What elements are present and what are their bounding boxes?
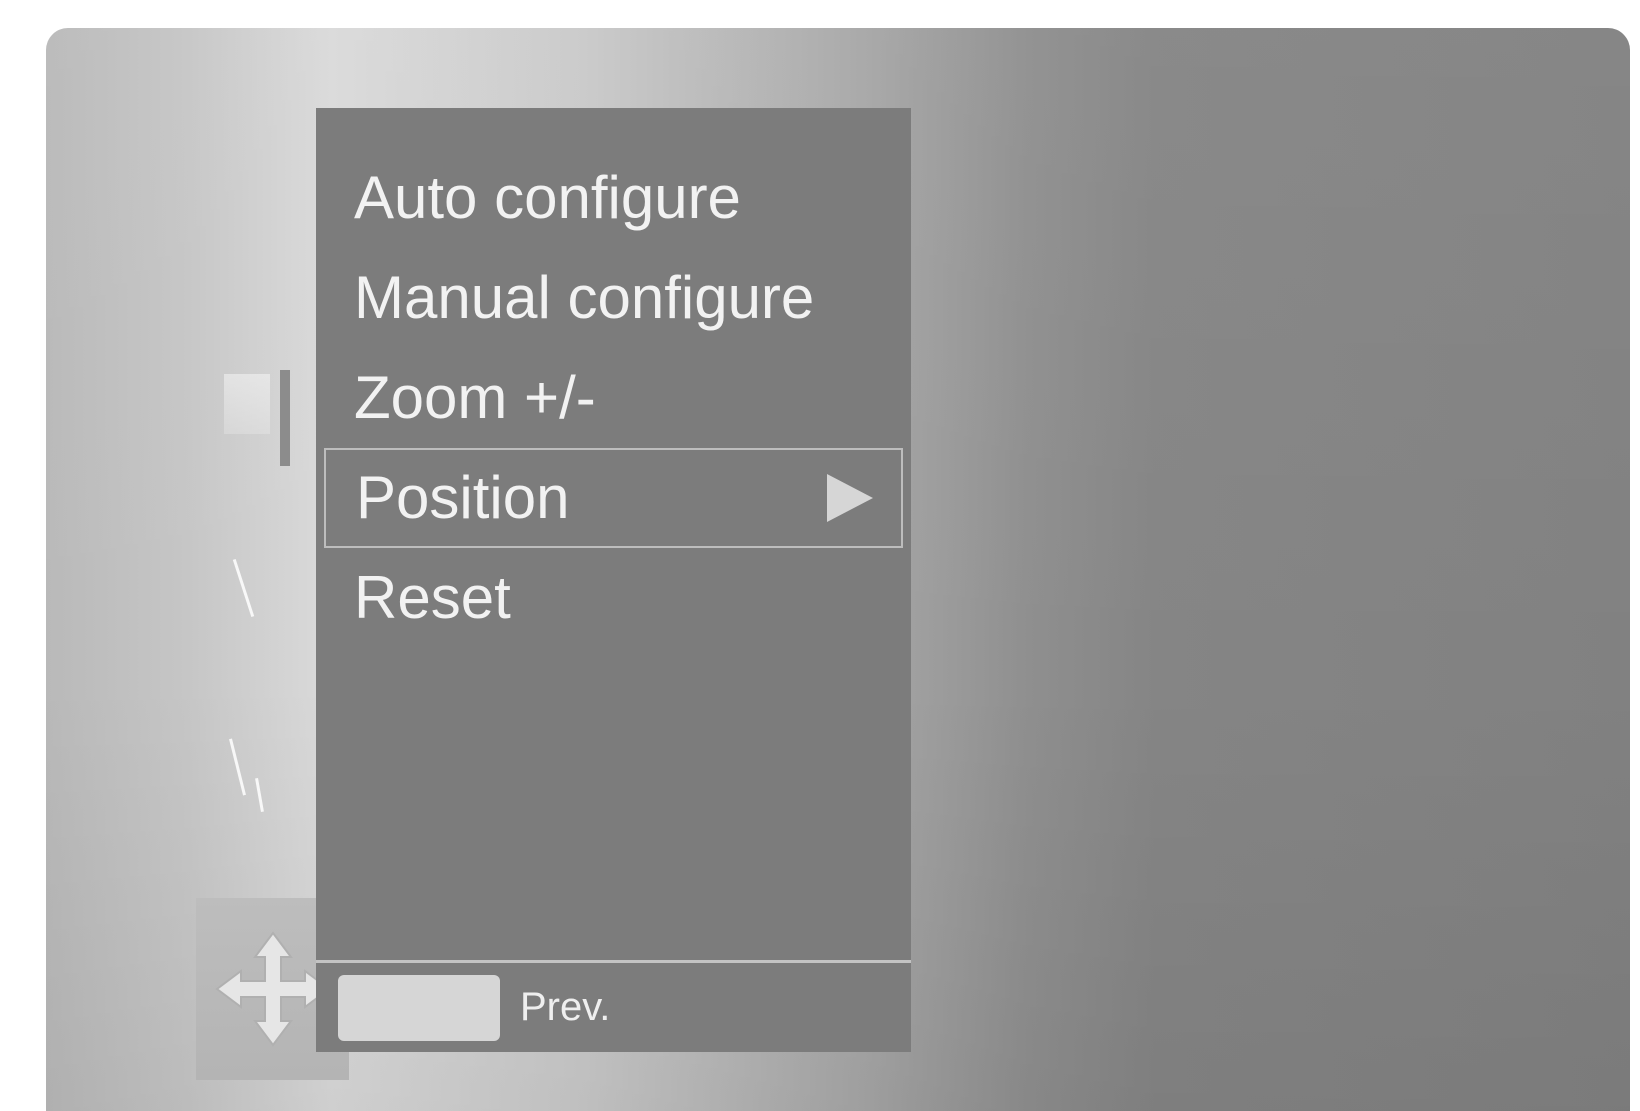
menu-item-label: Position — [356, 464, 570, 531]
menu-list: Auto configure Manual configure Zoom +/-… — [316, 148, 911, 648]
menu-item-reset[interactable]: Reset — [324, 548, 903, 648]
setup-menu: Auto configure Manual configure Zoom +/-… — [316, 108, 911, 1052]
menu-footer: Prev. — [316, 960, 911, 1052]
menu-item-label: Auto configure — [354, 164, 741, 231]
menu-item-label: Manual configure — [354, 264, 815, 331]
menu-item-label: Zoom +/- — [354, 364, 596, 431]
triangle-right-icon — [827, 474, 873, 522]
prev-color-button[interactable] — [338, 974, 500, 1041]
menu-item-zoom[interactable]: Zoom +/- — [324, 348, 903, 448]
menu-item-label: Reset — [354, 564, 511, 631]
menu-item-position[interactable]: Position — [324, 448, 903, 548]
menu-item-auto-configure[interactable]: Auto configure — [324, 148, 903, 248]
background-glyph — [224, 374, 270, 434]
background-bracket — [280, 370, 290, 466]
prev-label: Prev. — [520, 985, 611, 1029]
menu-item-manual-configure[interactable]: Manual configure — [324, 248, 903, 348]
